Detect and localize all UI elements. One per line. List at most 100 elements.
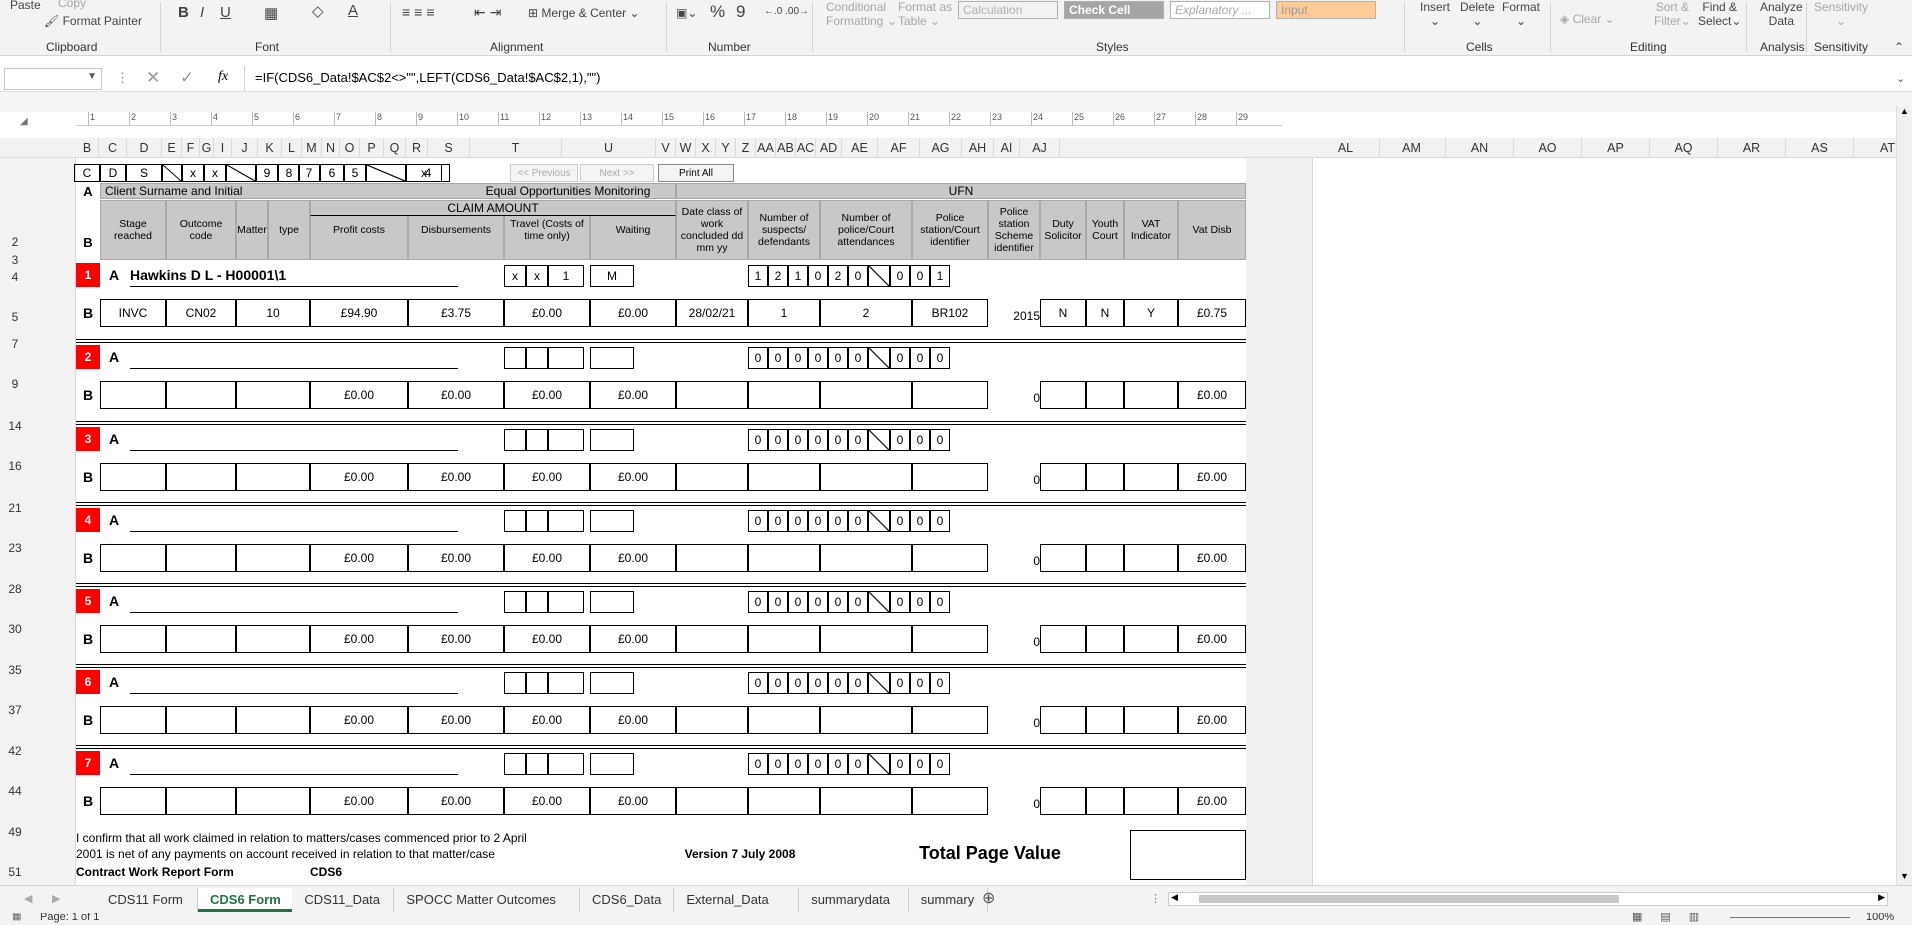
cell-scheme[interactable]: 0 bbox=[988, 712, 1040, 734]
ufn-cell[interactable]: 0 bbox=[910, 347, 930, 369]
cell-suspects[interactable] bbox=[748, 787, 820, 815]
ufn-cell[interactable]: 2 bbox=[828, 265, 848, 287]
equal-opps-cell[interactable] bbox=[590, 591, 634, 613]
prev-sheet-icon[interactable]: ◀ bbox=[24, 892, 32, 905]
cell-vat_disb[interactable]: £0.00 bbox=[1178, 463, 1246, 491]
cell-stage[interactable] bbox=[100, 544, 166, 572]
cell-vat[interactable] bbox=[1124, 787, 1178, 815]
column-header[interactable]: S bbox=[428, 138, 470, 158]
format-painter-button[interactable]: 🖌 Format Painter bbox=[44, 14, 142, 28]
conditional-formatting-button[interactable]: Conditional Formatting ⌄ bbox=[826, 0, 897, 28]
cell-outcome[interactable] bbox=[166, 381, 236, 409]
zoom-level[interactable]: 100% bbox=[1866, 913, 1894, 923]
cell-police[interactable] bbox=[912, 706, 988, 734]
fill-color-icon[interactable]: ◇ bbox=[312, 2, 324, 20]
cell-outcome[interactable] bbox=[166, 463, 236, 491]
italic-button[interactable]: I bbox=[200, 4, 204, 21]
column-header[interactable]: F bbox=[182, 138, 200, 158]
cell-vat_disb[interactable]: £0.75 bbox=[1178, 299, 1246, 327]
cell-stage[interactable] bbox=[100, 787, 166, 815]
cell-date[interactable] bbox=[676, 706, 748, 734]
column-header[interactable]: M bbox=[302, 138, 322, 158]
cell-stage[interactable] bbox=[100, 706, 166, 734]
cell-profit[interactable]: £0.00 bbox=[310, 787, 408, 815]
cell-matter[interactable] bbox=[236, 706, 310, 734]
cell-suspects[interactable] bbox=[748, 625, 820, 653]
collapse-ribbon-icon[interactable]: ⌃ bbox=[1894, 40, 1904, 54]
client-name[interactable] bbox=[130, 345, 458, 369]
scroll-up-icon[interactable]: ▲ bbox=[1900, 106, 1909, 116]
cell-profit[interactable]: £0.00 bbox=[310, 544, 408, 572]
equal-opps-cell[interactable] bbox=[590, 672, 634, 694]
equal-opps-cell[interactable] bbox=[504, 672, 526, 694]
cell-disb[interactable]: £0.00 bbox=[408, 787, 504, 815]
cell-suspects[interactable] bbox=[748, 463, 820, 491]
ufn-cell[interactable]: 0 bbox=[768, 591, 788, 613]
equal-opps-cell[interactable] bbox=[526, 429, 548, 451]
column-header[interactable]: J bbox=[232, 138, 258, 158]
cell-scheme[interactable]: 0 bbox=[988, 387, 1040, 409]
cell-profit[interactable]: £0.00 bbox=[310, 381, 408, 409]
align-icons[interactable]: ≡≡≡ bbox=[402, 4, 439, 20]
column-header[interactable]: Y bbox=[716, 138, 736, 158]
cell-attend[interactable] bbox=[820, 544, 912, 572]
scroll-left-icon[interactable]: ◀ bbox=[1171, 892, 1178, 903]
cell-outcome[interactable] bbox=[166, 706, 236, 734]
ufn-cell[interactable]: 0 bbox=[768, 347, 788, 369]
ufn-cell[interactable]: 0 bbox=[748, 347, 768, 369]
client-name[interactable] bbox=[130, 751, 458, 775]
sheet-tab[interactable]: CDS6_Data bbox=[580, 888, 675, 912]
ufn-cell[interactable]: 1 bbox=[748, 265, 768, 287]
ufn-cell[interactable]: 0 bbox=[910, 591, 930, 613]
cell-attend[interactable] bbox=[820, 787, 912, 815]
cell-outcome[interactable] bbox=[166, 544, 236, 572]
style-check-cell[interactable]: Check Cell bbox=[1064, 1, 1164, 19]
column-header[interactable]: AR bbox=[1718, 138, 1786, 158]
equal-opps-cell[interactable]: x bbox=[526, 265, 548, 287]
column-header[interactable]: K bbox=[258, 138, 282, 158]
ufn-cell[interactable]: 0 bbox=[748, 753, 768, 775]
ufn-cell[interactable]: 0 bbox=[828, 591, 848, 613]
column-header[interactable]: AO bbox=[1514, 138, 1582, 158]
equal-opps-cell[interactable] bbox=[504, 591, 526, 613]
add-sheet-icon[interactable]: ⊕ bbox=[982, 888, 995, 908]
ufn-cell[interactable]: 0 bbox=[788, 753, 808, 775]
cell-vat_disb[interactable]: £0.00 bbox=[1178, 625, 1246, 653]
clear-button[interactable]: ◈ Clear ⌄ bbox=[1560, 12, 1615, 26]
cell-date[interactable] bbox=[676, 625, 748, 653]
scroll-right-icon[interactable]: ▶ bbox=[1878, 892, 1885, 903]
equal-opps-cell[interactable] bbox=[590, 347, 634, 369]
ufn-cell[interactable]: 0 bbox=[848, 591, 868, 613]
cell-vat[interactable] bbox=[1124, 381, 1178, 409]
percent-button[interactable]: % bbox=[710, 2, 725, 22]
copy-button[interactable]: Copy bbox=[58, 0, 86, 10]
indent-icons[interactable]: ⇤⇥ bbox=[474, 4, 505, 21]
equal-opps-cell[interactable]: x bbox=[504, 265, 526, 287]
equal-opps-cell[interactable] bbox=[504, 753, 526, 775]
sort-filter-button[interactable]: Sort & Filter⌄ bbox=[1654, 0, 1691, 28]
cell-stage[interactable] bbox=[100, 381, 166, 409]
ufn-cell[interactable]: 0 bbox=[808, 753, 828, 775]
cell-waiting[interactable]: £0.00 bbox=[590, 625, 676, 653]
format-as-table-button[interactable]: Format as Table ⌄ bbox=[898, 0, 952, 28]
column-header[interactable]: AA bbox=[756, 138, 776, 158]
ufn-cell[interactable]: 0 bbox=[808, 429, 828, 451]
cell-vat[interactable] bbox=[1124, 625, 1178, 653]
cell-travel[interactable]: £0.00 bbox=[504, 544, 590, 572]
column-header[interactable]: AD bbox=[816, 138, 842, 158]
ufn-cell[interactable]: 0 bbox=[768, 672, 788, 694]
cell-police[interactable] bbox=[912, 787, 988, 815]
find-select-button[interactable]: Find & Select⌄ bbox=[1698, 0, 1741, 28]
column-header[interactable]: AN bbox=[1446, 138, 1514, 158]
ufn-cell[interactable]: 0 bbox=[828, 753, 848, 775]
column-header[interactable]: P bbox=[360, 138, 384, 158]
cell-police[interactable]: BR102 bbox=[912, 299, 988, 327]
column-header[interactable]: C bbox=[99, 138, 127, 158]
next-sheet-icon[interactable]: ▶ bbox=[52, 892, 60, 905]
underline-button[interactable]: U bbox=[220, 4, 231, 21]
cell-attend[interactable]: 2 bbox=[820, 299, 912, 327]
ufn-cell[interactable]: 0 bbox=[848, 429, 868, 451]
ufn-cell[interactable]: 0 bbox=[768, 753, 788, 775]
cell-duty[interactable] bbox=[1040, 463, 1086, 491]
print-all-button[interactable]: Print All bbox=[658, 164, 734, 182]
